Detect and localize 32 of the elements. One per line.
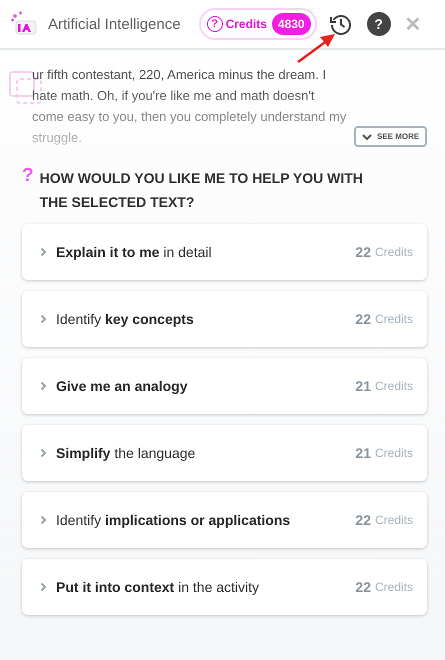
credit-cost: 21 bbox=[355, 445, 371, 461]
credit-unit: Credits bbox=[374, 513, 413, 527]
credit-cost: 22 bbox=[355, 512, 371, 528]
credit-cost: 21 bbox=[355, 378, 371, 394]
credit-cost: 22 bbox=[355, 311, 371, 327]
credit-cost: 22 bbox=[355, 244, 371, 260]
help-icon: ? bbox=[206, 16, 223, 32]
option-card[interactable]: Put it into context in the activity 22 Credits bbox=[22, 559, 427, 615]
option-label: Put it into context in the activity bbox=[56, 579, 260, 595]
prompt-heading: HOW WOULD YOU LIKE ME TO HELP YOU WITH THE SELECTED TEXT? bbox=[40, 169, 364, 212]
credit-unit: Credits bbox=[374, 312, 413, 326]
option-label: Explain it to me in detail bbox=[56, 244, 213, 260]
option-label: Identify key concepts bbox=[56, 311, 195, 327]
app-title: Artificial Intelligence bbox=[48, 16, 181, 32]
option-card[interactable]: Identify key concepts 22 Credits bbox=[22, 291, 427, 347]
option-card[interactable]: Simplify the language 21 Credits bbox=[22, 425, 427, 481]
option-card[interactable]: Give me an analogy 21 Credits bbox=[22, 358, 427, 414]
option-card[interactable]: Explain it to me in detail 22 Credits bbox=[22, 224, 427, 280]
credit-unit: Credits bbox=[374, 446, 413, 460]
credit-unit: Credits bbox=[374, 245, 413, 259]
credit-unit: Credits bbox=[374, 379, 413, 393]
help-button[interactable]: ? bbox=[366, 12, 391, 36]
credit-unit: Credits bbox=[374, 580, 413, 594]
option-label: Identify implications or applications bbox=[56, 512, 292, 528]
excerpt-text: ur fifth contestant, 220, America minus the dream. I hate math. Oh, if you're like me and math doesn't come easy to you, then you completely understand my struggle. bbox=[32, 66, 348, 147]
credit-cost: 22 bbox=[355, 579, 371, 595]
see-more-button[interactable]: SEE MORE bbox=[354, 126, 428, 147]
option-card[interactable]: Identify implications or applications 22 Credits bbox=[22, 492, 427, 548]
option-label: Give me an analogy bbox=[56, 378, 188, 394]
option-label: Simplify the language bbox=[56, 445, 196, 461]
credits-button[interactable]: ? Credits 4830 bbox=[198, 8, 317, 40]
question-icon: ? bbox=[22, 166, 34, 186]
